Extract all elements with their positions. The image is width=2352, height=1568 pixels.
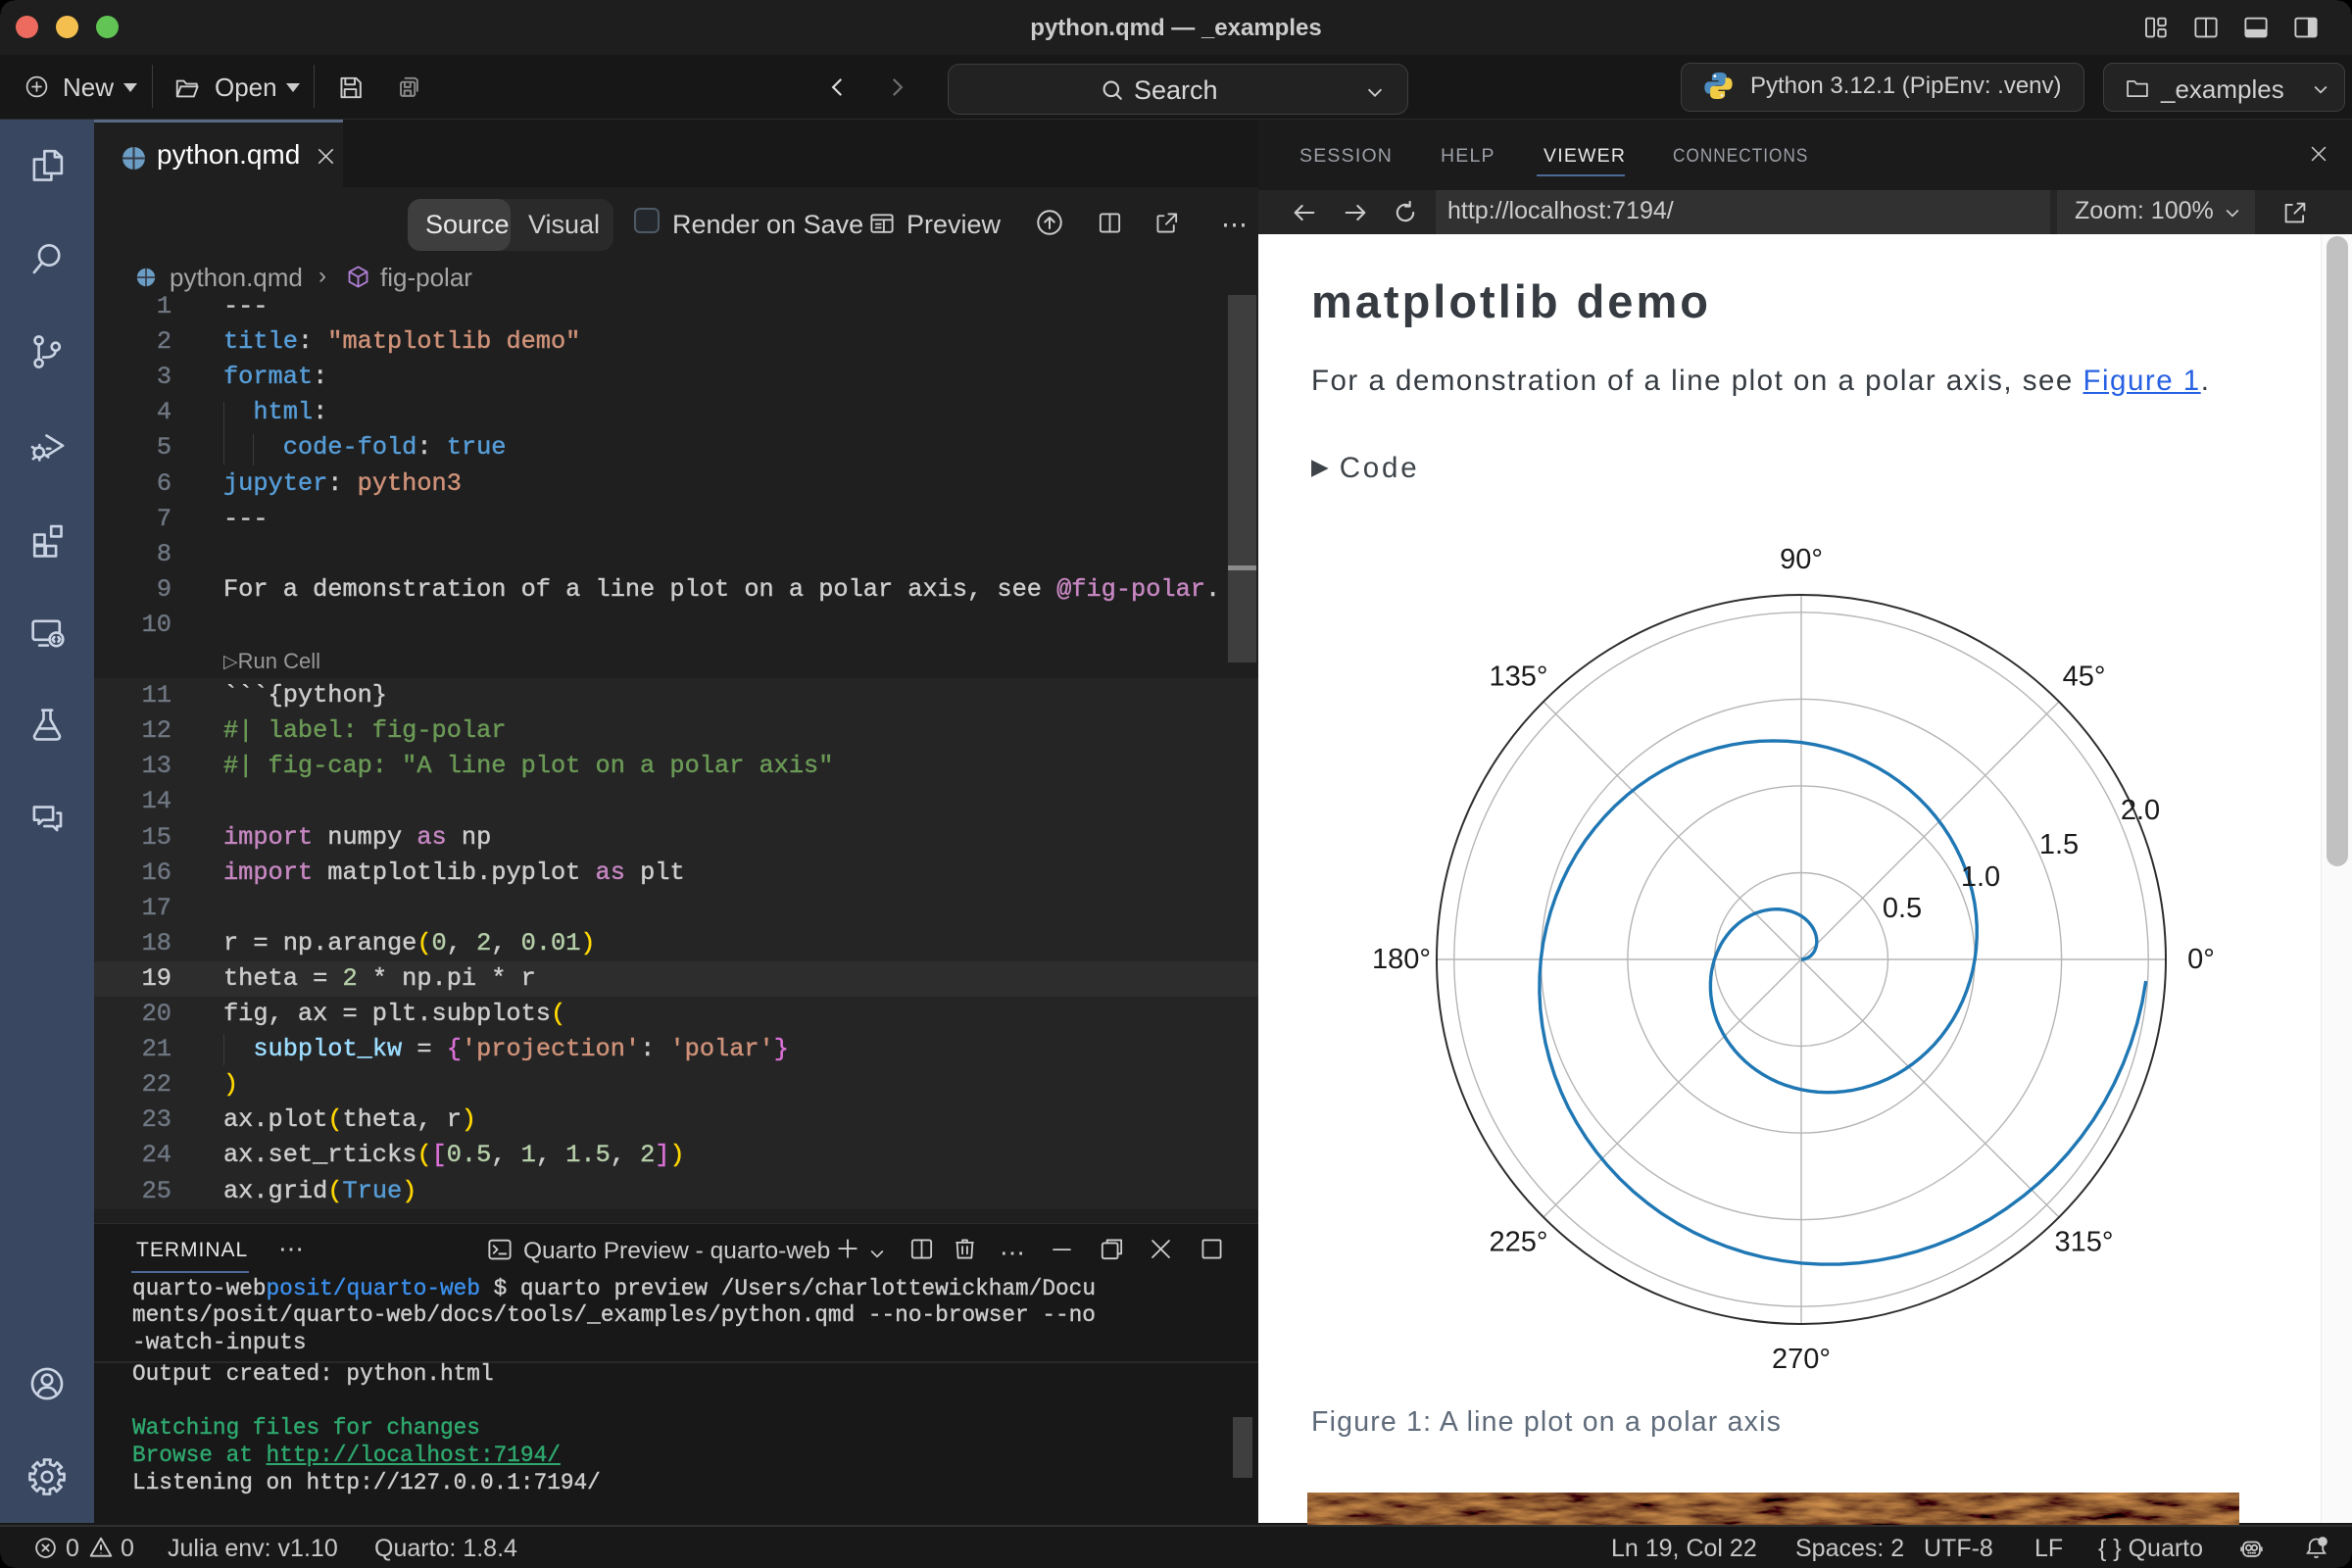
svg-text:0°: 0°	[2187, 944, 2215, 975]
svg-text:180°: 180°	[1372, 944, 1431, 975]
svg-text:315°: 315°	[2055, 1227, 2114, 1258]
svg-text:1.5: 1.5	[2039, 829, 2079, 860]
svg-text:0.5: 0.5	[1883, 893, 1922, 924]
svg-text:225°: 225°	[1490, 1227, 1548, 1258]
svg-text:90°: 90°	[1780, 544, 1823, 575]
svg-text:45°: 45°	[2063, 662, 2106, 693]
svg-text:270°: 270°	[1772, 1344, 1831, 1375]
svg-text:1.0: 1.0	[1961, 861, 2000, 893]
svg-text:135°: 135°	[1490, 662, 1548, 693]
svg-text:2.0: 2.0	[2121, 795, 2160, 826]
